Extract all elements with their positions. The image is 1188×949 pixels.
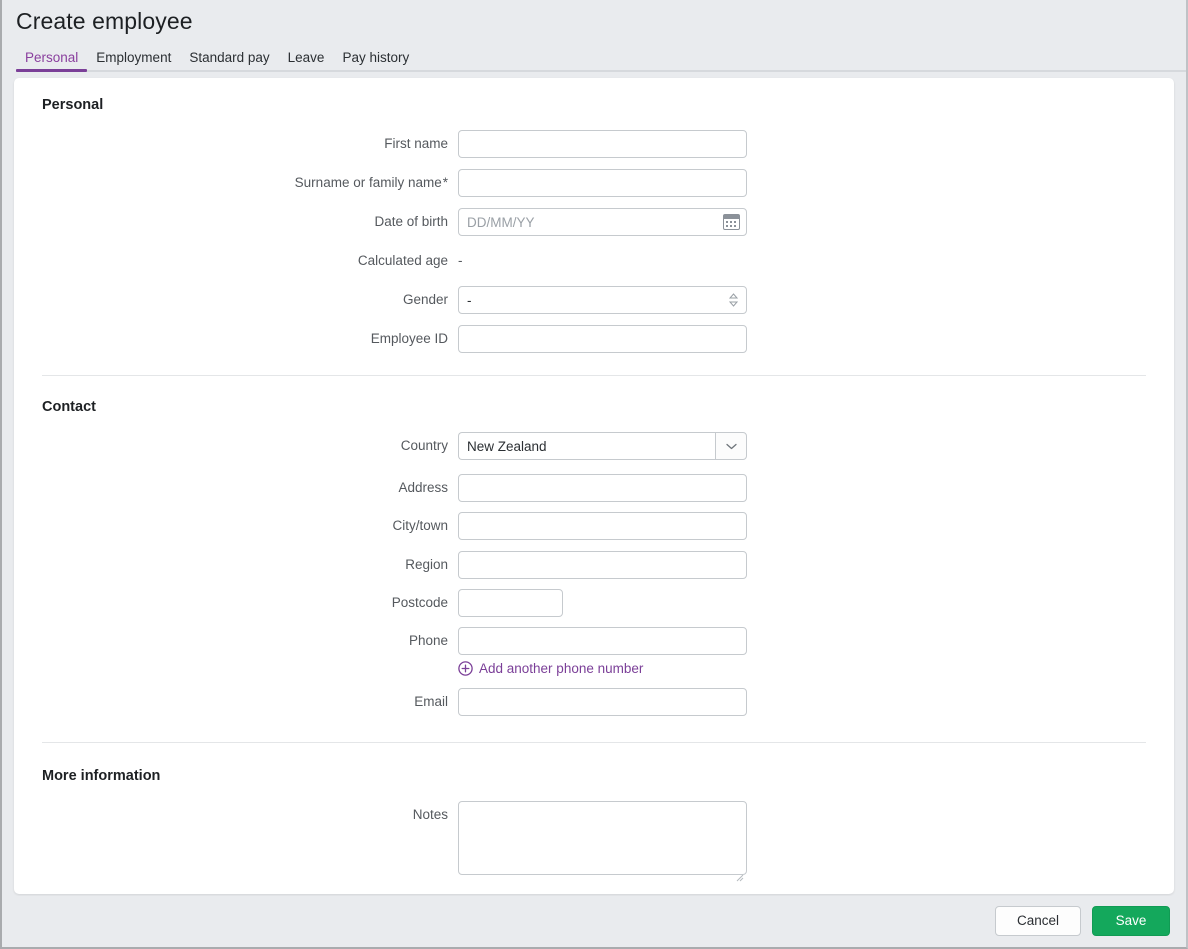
field-row-employee-id: Employee ID xyxy=(42,325,1146,353)
section-title-personal: Personal xyxy=(42,97,104,113)
field-row-calculated-age: Calculated age - xyxy=(42,247,1146,275)
label-address: Address xyxy=(398,480,448,495)
tab-leave[interactable]: Leave xyxy=(279,50,334,72)
label-notes: Notes xyxy=(412,807,448,822)
address-input[interactable] xyxy=(458,474,747,502)
region-input[interactable] xyxy=(458,551,747,579)
add-phone-row: Add another phone number xyxy=(42,661,1146,676)
field-notes xyxy=(458,801,747,882)
field-row-surname: Surname or family name* xyxy=(42,169,1146,197)
employee-id-input[interactable] xyxy=(458,325,747,353)
field-row-address: Address xyxy=(42,474,1146,502)
notes-textarea[interactable] xyxy=(458,801,747,875)
field-row-email: Email xyxy=(42,688,1146,716)
field-country xyxy=(458,432,747,460)
field-row-date-of-birth: Date of birth xyxy=(42,208,1146,236)
field-first-name xyxy=(458,130,747,158)
form-content: Personal First name Surname or family na… xyxy=(14,78,1174,882)
field-row-phone: Phone xyxy=(42,627,1146,655)
plus-circle-icon xyxy=(458,661,473,676)
label-phone: Phone xyxy=(408,633,448,648)
field-date-of-birth xyxy=(458,208,747,236)
field-row-first-name: First name xyxy=(42,130,1146,158)
save-button[interactable]: Save xyxy=(1092,905,1170,936)
field-employee-id xyxy=(458,325,747,353)
surname-input[interactable] xyxy=(458,169,747,197)
label-date-of-birth: Date of birth xyxy=(374,214,448,229)
label-employee-id: Employee ID xyxy=(370,331,448,346)
section-title-contact: Contact xyxy=(42,399,96,415)
tab-personal[interactable]: Personal xyxy=(16,50,88,72)
tab-standard-pay[interactable]: Standard pay xyxy=(180,50,278,72)
field-row-country: Country xyxy=(42,432,1146,460)
section-title-more-information: More information xyxy=(42,768,161,784)
field-phone xyxy=(458,627,747,655)
form-footer: Cancel Save xyxy=(4,896,1184,945)
create-employee-window: Create employee Personal Employment Stan… xyxy=(0,0,1188,949)
phone-input[interactable] xyxy=(458,627,747,655)
required-asterisk: * xyxy=(442,175,448,190)
page-title: Create employee xyxy=(16,8,193,34)
tab-bar: Personal Employment Standard pay Leave P… xyxy=(16,44,1186,72)
field-postcode xyxy=(458,589,563,617)
chevron-down-icon[interactable] xyxy=(715,432,747,460)
cancel-button[interactable]: Cancel xyxy=(995,905,1081,936)
field-city xyxy=(458,512,747,540)
country-input[interactable] xyxy=(458,432,715,460)
page-header: Create employee Personal Employment Stan… xyxy=(2,0,1186,72)
tab-employment[interactable]: Employment xyxy=(87,50,180,72)
email-input[interactable] xyxy=(458,688,747,716)
form-card-wrapper: Personal First name Surname or family na… xyxy=(2,72,1186,896)
label-surname-text: Surname or family name xyxy=(294,175,442,190)
label-region: Region xyxy=(405,557,448,572)
calculated-age-value: - xyxy=(458,253,463,268)
field-surname xyxy=(458,169,747,197)
field-row-region: Region xyxy=(42,551,1146,579)
field-region xyxy=(458,551,747,579)
add-another-phone-button[interactable]: Add another phone number xyxy=(458,661,643,676)
calendar-icon[interactable] xyxy=(723,214,740,230)
label-surname: Surname or family name* xyxy=(42,175,458,191)
section-divider-2 xyxy=(42,742,1146,743)
label-email: Email xyxy=(414,694,448,709)
label-country: Country xyxy=(400,438,448,453)
field-address xyxy=(458,474,747,502)
field-email xyxy=(458,688,747,716)
form-card: Personal First name Surname or family na… xyxy=(14,78,1174,894)
gender-select[interactable]: - xyxy=(458,286,747,314)
label-postcode: Postcode xyxy=(391,595,448,610)
postcode-input[interactable] xyxy=(458,589,563,617)
label-gender: Gender xyxy=(402,292,448,307)
date-of-birth-input[interactable] xyxy=(458,208,747,236)
field-row-postcode: Postcode xyxy=(42,589,1146,617)
add-another-phone-label: Add another phone number xyxy=(479,661,644,676)
first-name-input[interactable] xyxy=(458,130,747,158)
city-input[interactable] xyxy=(458,512,747,540)
field-calculated-age: - xyxy=(458,247,463,275)
label-first-name: First name xyxy=(384,136,448,151)
label-calculated-age: Calculated age xyxy=(357,253,448,268)
tab-pay-history[interactable]: Pay history xyxy=(333,50,418,72)
field-row-notes: Notes xyxy=(42,801,1146,882)
field-row-gender: Gender - xyxy=(42,286,1146,314)
section-divider-1 xyxy=(42,375,1146,376)
field-gender: - xyxy=(458,286,747,314)
field-row-city: City/town xyxy=(42,512,1146,540)
label-city: City/town xyxy=(392,518,448,533)
